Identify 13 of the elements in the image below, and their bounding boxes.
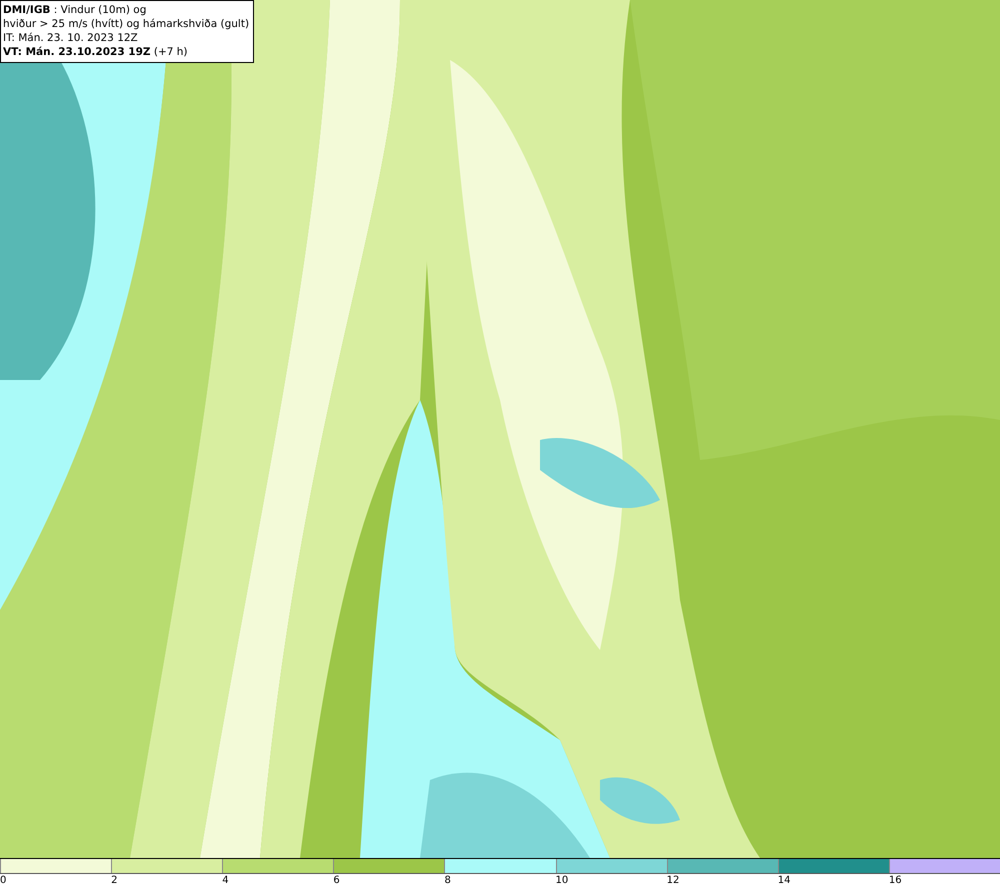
legend-tick-label: 10 <box>556 874 568 887</box>
legend-tick-label: 12 <box>666 874 680 887</box>
title-line: VT: Mán. 23.10.2023 19Z (+7 h) <box>3 45 189 59</box>
legend-tick-label: 6 <box>333 874 340 887</box>
legend-tick-label: 0 <box>0 874 6 887</box>
legend-tick-label: 4 <box>222 874 229 887</box>
title-line: IT: Mán. 23. 10. 2023 12Z <box>3 31 139 45</box>
legend-tick-label: 8 <box>444 874 451 887</box>
legend-tick-label: 16 <box>888 874 902 887</box>
title-line: hviður > 25 m/s (hvítt) og hámarkshviða (gult) <box>3 17 250 31</box>
legend-tick-label: 14 <box>778 874 790 887</box>
title-line: DMI/IGB : Vindur (10m) og <box>3 3 148 17</box>
legend-tick-label: 2 <box>111 874 118 887</box>
